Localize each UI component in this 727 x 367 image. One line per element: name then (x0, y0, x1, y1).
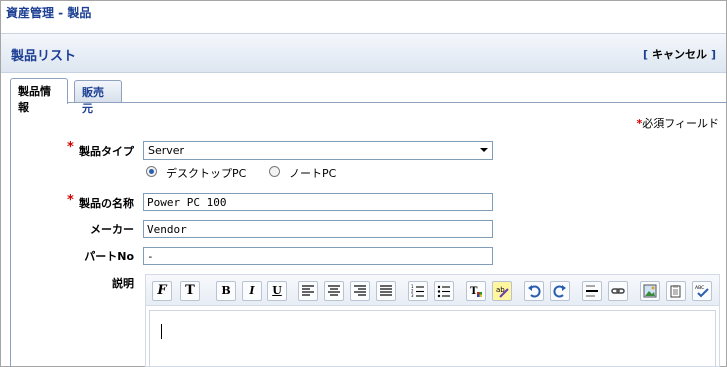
align-center-icon[interactable] (324, 281, 344, 301)
chevron-down-icon (480, 148, 488, 152)
app-title: 資産管理 - 製品 (6, 6, 92, 20)
ordered-list-icon[interactable]: 123 (408, 281, 428, 301)
radio-notebook-pc[interactable] (269, 166, 280, 177)
paste-icon[interactable] (666, 281, 686, 301)
link-icon[interactable] (608, 281, 628, 301)
editor-toolbar: F T B I U 123 T ab ABC (145, 274, 720, 306)
required-note-text: 必須フィールド (642, 117, 719, 130)
font-family-icon[interactable]: F (152, 281, 172, 301)
panel-title: 製品リスト (11, 49, 77, 64)
part-no-label: パートNo (84, 250, 134, 263)
text-caret (161, 324, 162, 339)
product-type-label: 製品タイプ (79, 145, 134, 158)
required-note: *必須フィールド (636, 115, 719, 131)
radio-notebook-pc-label: ノートPC (289, 167, 337, 180)
manufacturer-label: メーカー (90, 223, 134, 236)
spellcheck-icon[interactable]: ABC (692, 281, 712, 301)
redo-icon[interactable] (550, 281, 570, 301)
undo-icon[interactable] (524, 281, 544, 301)
font-size-icon[interactable]: T (180, 281, 200, 301)
manufacturer-field[interactable]: Vendor (143, 220, 493, 238)
product-name-label: 製品の名称 (79, 197, 134, 210)
cancel-bracket-open: [ (642, 48, 648, 61)
justify-icon[interactable] (376, 281, 396, 301)
align-left-icon[interactable] (298, 281, 318, 301)
highlight-icon[interactable]: ab (492, 281, 512, 301)
italic-icon[interactable]: I (242, 281, 262, 301)
cancel-button[interactable]: [キャンセル] (643, 46, 716, 62)
bold-icon[interactable]: B (216, 281, 236, 301)
product-type-select[interactable]: Server (143, 141, 493, 160)
svg-text:T: T (470, 286, 478, 297)
tab-product-info[interactable]: 製品情報 (10, 78, 68, 114)
radio-desktop-pc[interactable] (146, 166, 157, 177)
svg-text:3: 3 (411, 293, 414, 298)
svg-text:ABC: ABC (695, 285, 704, 291)
insert-image-icon[interactable] (640, 281, 660, 301)
text-color-icon[interactable]: T (466, 281, 486, 301)
description-editor[interactable] (145, 306, 720, 367)
align-right-icon[interactable] (350, 281, 370, 301)
part-no-field[interactable]: - (143, 247, 493, 265)
radio-desktop-pc-label: デスクトップPC (166, 167, 247, 180)
horizontal-rule-icon[interactable] (582, 281, 602, 301)
panel-header: 製品リスト [キャンセル] (1, 33, 726, 73)
editor-area[interactable] (149, 310, 716, 367)
unordered-list-icon[interactable] (434, 281, 454, 301)
cancel-label: キャンセル (651, 48, 707, 61)
cancel-bracket-close: ] (710, 48, 716, 61)
product-type-value: Server (148, 144, 185, 157)
underline-icon[interactable]: U (267, 281, 287, 301)
product-name-field[interactable]: Power PC 100 (143, 193, 493, 211)
description-label: 説明 (112, 277, 134, 290)
tab-vendor[interactable]: 販売元 (74, 80, 122, 115)
